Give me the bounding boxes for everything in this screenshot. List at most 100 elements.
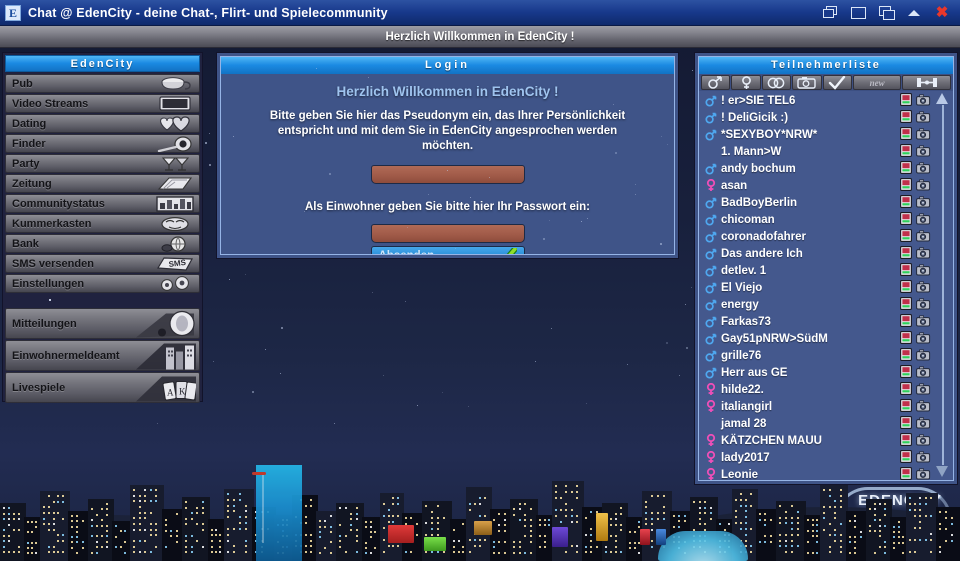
- sidebar-item-finder[interactable]: Finder: [5, 134, 200, 153]
- megaphone-icon: [135, 309, 197, 338]
- participant-row[interactable]: hilde22.: [699, 381, 953, 398]
- participant-name: ! er>SIE TEL6: [721, 95, 795, 107]
- participant-row[interactable]: El Viejo: [699, 279, 953, 296]
- building: [112, 521, 132, 561]
- participant-row[interactable]: energy: [699, 296, 953, 313]
- sidebar-item-sms-versenden[interactable]: SMS versenden SMS: [5, 254, 200, 273]
- scroll-up-arrow[interactable]: [936, 93, 948, 104]
- sidebar-item-livespiele[interactable]: Livespiele A K: [5, 372, 200, 403]
- participant-row[interactable]: detlev. 1: [699, 262, 953, 279]
- building: [936, 507, 960, 561]
- participant-name: detlev. 1: [721, 265, 766, 277]
- participant-name: BadBoyBerlin: [721, 197, 797, 209]
- welcome-banner: Herzlich Willkommen in EdenCity !: [0, 26, 960, 48]
- participant-name: jamal 28: [721, 418, 766, 430]
- participant-filter-toolbar: new: [699, 74, 953, 91]
- sidebar-item-communitystatus[interactable]: Communitystatus: [5, 194, 200, 213]
- cityscape-icon: [155, 196, 195, 212]
- filter-webcam-button[interactable]: [792, 75, 821, 90]
- participant-row[interactable]: asan: [699, 177, 953, 194]
- participant-name: ! DeliGicik :): [721, 112, 788, 124]
- close-icon[interactable]: ✖: [935, 6, 949, 19]
- filter-male-button[interactable]: [701, 75, 730, 90]
- building: [162, 509, 184, 561]
- cocktail-glasses-icon: [155, 156, 195, 172]
- filter-confirmed-button[interactable]: [823, 75, 852, 90]
- sidebar-item-pub[interactable]: Pub: [5, 74, 200, 93]
- sidebar-item-dating[interactable]: Dating: [5, 114, 200, 133]
- female-symbol-icon: [704, 383, 717, 396]
- male-symbol-icon: [704, 197, 717, 209]
- building: [88, 499, 114, 561]
- participant-row[interactable]: ! DeliGicik :): [699, 109, 953, 126]
- building: [224, 489, 254, 561]
- sidebar-item-label: Mitteilungen: [6, 318, 77, 330]
- webcam-icon[interactable]: [916, 467, 931, 480]
- male-symbol-icon: [704, 129, 717, 141]
- participant-row[interactable]: jamal 28: [699, 415, 953, 432]
- sidebar-item-label: Finder: [6, 138, 46, 150]
- participant-row[interactable]: Herr aus GE: [699, 364, 953, 381]
- billboard-green: [424, 537, 446, 551]
- chevron-up-icon[interactable]: [907, 6, 921, 19]
- filter-female-button[interactable]: [731, 75, 760, 90]
- participant-name: Gay51pNRW>SüdM: [721, 333, 828, 345]
- sidebar-item-einstellungen[interactable]: Einstellungen: [5, 274, 200, 293]
- sidebar-item-kummerkasten[interactable]: Kummerkasten: [5, 214, 200, 233]
- participant-row[interactable]: grille76: [699, 347, 953, 364]
- participant-row[interactable]: andy bochum: [699, 160, 953, 177]
- filter-couple-button[interactable]: [762, 75, 791, 90]
- participant-list-scrollbar[interactable]: [935, 93, 950, 477]
- billboard-blue: [656, 529, 666, 545]
- filter-connection-button[interactable]: [902, 75, 951, 90]
- participant-row[interactable]: chicoman: [699, 211, 953, 228]
- nickname-input[interactable]: [371, 165, 525, 184]
- sidebar-item-mitteilungen[interactable]: Mitteilungen: [5, 308, 200, 339]
- sidebar-item-video-streams[interactable]: Video Streams: [5, 94, 200, 113]
- participant-row[interactable]: BadBoyBerlin: [699, 194, 953, 211]
- participant-name: energy: [721, 299, 759, 311]
- male-symbol-icon: [704, 163, 717, 175]
- filter-new-button[interactable]: new: [853, 75, 902, 90]
- scroll-down-arrow[interactable]: [936, 466, 948, 477]
- maximize-icon[interactable]: [851, 6, 865, 19]
- participant-row[interactable]: *SEXYBOY*NRW*: [699, 126, 953, 143]
- restore-icon[interactable]: [823, 6, 837, 19]
- window-controls: ✖: [823, 6, 960, 19]
- participant-row[interactable]: ! er>SIE TEL6: [699, 92, 953, 109]
- sidebar-item-label: Zeitung: [6, 178, 52, 190]
- sidebar-item-party[interactable]: Party: [5, 154, 200, 173]
- participant-row[interactable]: KÄTZCHEN MAUU: [699, 432, 953, 449]
- participant-list-header: Teilnehmerliste: [699, 57, 953, 74]
- participant-row[interactable]: coronadofahrer: [699, 228, 953, 245]
- mask-icon: [155, 216, 195, 232]
- male-symbol-icon: [704, 231, 717, 243]
- participant-row[interactable]: italiangirl: [699, 398, 953, 415]
- sidebar-item-bank[interactable]: Bank: [5, 234, 200, 253]
- participant-row[interactable]: 1. Mann>W: [699, 143, 953, 160]
- participant-row[interactable]: Gay51pNRW>SüdM: [699, 330, 953, 347]
- participant-row[interactable]: Farkas73: [699, 313, 953, 330]
- submit-button[interactable]: Absenden: [371, 246, 525, 255]
- building: [510, 499, 538, 561]
- building: [820, 485, 848, 561]
- sidebar-item-zeitung[interactable]: Zeitung: [5, 174, 200, 193]
- building: [756, 509, 778, 561]
- participant-name: KÄTZCHEN MAUU: [721, 435, 822, 447]
- participant-name: Das andere Ich: [721, 248, 803, 260]
- building: [182, 497, 210, 561]
- dome-building: [658, 531, 748, 561]
- participant-name: grille76: [721, 350, 761, 362]
- sidebar-item-einwohnermeldeamt[interactable]: Einwohnermeldeamt: [5, 340, 200, 371]
- password-input[interactable]: [371, 224, 525, 243]
- building: [490, 509, 512, 561]
- participant-row[interactable]: Leonie: [699, 466, 953, 480]
- minimize-icon[interactable]: [879, 6, 893, 19]
- participant-row[interactable]: Das andere Ich: [699, 245, 953, 262]
- gears-icon: [155, 276, 195, 292]
- profile-card-icon[interactable]: [900, 467, 912, 480]
- participant-list-panel: Teilnehmerliste new ! er>SIE TEL6 ! Deli…: [694, 52, 958, 485]
- participant-row[interactable]: lady2017: [699, 449, 953, 466]
- participant-name: Farkas73: [721, 316, 771, 328]
- sidebar-divider: [5, 294, 200, 308]
